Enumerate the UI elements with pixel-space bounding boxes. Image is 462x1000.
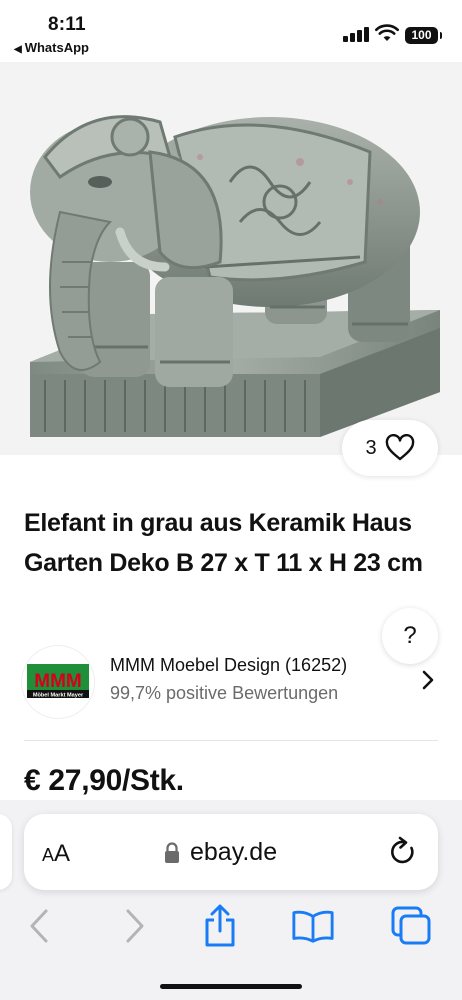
share-button[interactable] — [198, 904, 242, 948]
reload-icon[interactable] — [388, 836, 418, 868]
heart-icon — [385, 434, 414, 461]
back-to-app-link[interactable]: ◀ WhatsApp — [14, 40, 89, 55]
page-settings-button[interactable]: AA — [42, 840, 70, 868]
book-icon — [292, 910, 334, 943]
status-time: 8:11 — [48, 14, 86, 35]
address-bar[interactable]: AA ebay.de — [24, 814, 438, 890]
like-count: 3 — [365, 436, 377, 459]
url-display[interactable]: ebay.de — [164, 838, 277, 867]
chevron-right-icon — [422, 670, 434, 690]
seller-logo-text: MMM — [34, 671, 81, 692]
lock-icon — [165, 841, 179, 863]
back-button[interactable] — [18, 904, 62, 948]
share-icon — [205, 904, 235, 947]
browser-bottom-bar: AA ebay.de — [0, 800, 462, 1000]
product-price: € 27,90/Stk. — [24, 764, 184, 797]
seller-logo-image: MMM Möbel Markt Mayer — [27, 664, 89, 699]
elephant-figurine-image — [0, 62, 462, 455]
home-indicator[interactable] — [160, 984, 302, 989]
seller-info-row[interactable]: MMM Möbel Markt Mayer MMM Moebel Design … — [22, 646, 442, 718]
seller-logo: MMM Möbel Markt Mayer — [22, 646, 94, 718]
forward-button[interactable] — [112, 904, 156, 948]
aa-small: A — [42, 845, 55, 865]
aa-large: A — [54, 840, 71, 867]
tabs-button[interactable] — [389, 904, 433, 948]
cellular-signal-icon — [343, 26, 369, 42]
divider — [24, 740, 438, 741]
url-text: ebay.de — [190, 838, 278, 866]
battery-icon: 100 — [405, 27, 442, 44]
back-triangle-icon: ◀ — [14, 44, 22, 55]
browser-toolbar — [0, 900, 462, 952]
back-app-label: WhatsApp — [24, 40, 89, 55]
status-bar: 8:11 ◀ WhatsApp 100 — [0, 0, 462, 62]
wifi-icon — [375, 24, 399, 41]
bookmarks-button[interactable] — [291, 904, 335, 948]
tabs-icon — [391, 906, 431, 945]
previous-tab-peek[interactable] — [0, 814, 12, 890]
seller-name: MMM Moebel Design (16252) — [110, 655, 348, 675]
seller-rating: 99,7% positive Bewertungen — [110, 683, 339, 703]
product-title: Elefant in grau aus Keramik Haus Garten … — [24, 509, 423, 577]
like-button[interactable]: 3 — [342, 420, 438, 476]
product-image[interactable] — [0, 62, 462, 455]
seller-logo-subtext: Möbel Markt Mayer — [33, 693, 84, 699]
chevron-left-icon — [30, 909, 48, 943]
chevron-right-icon — [126, 909, 144, 943]
